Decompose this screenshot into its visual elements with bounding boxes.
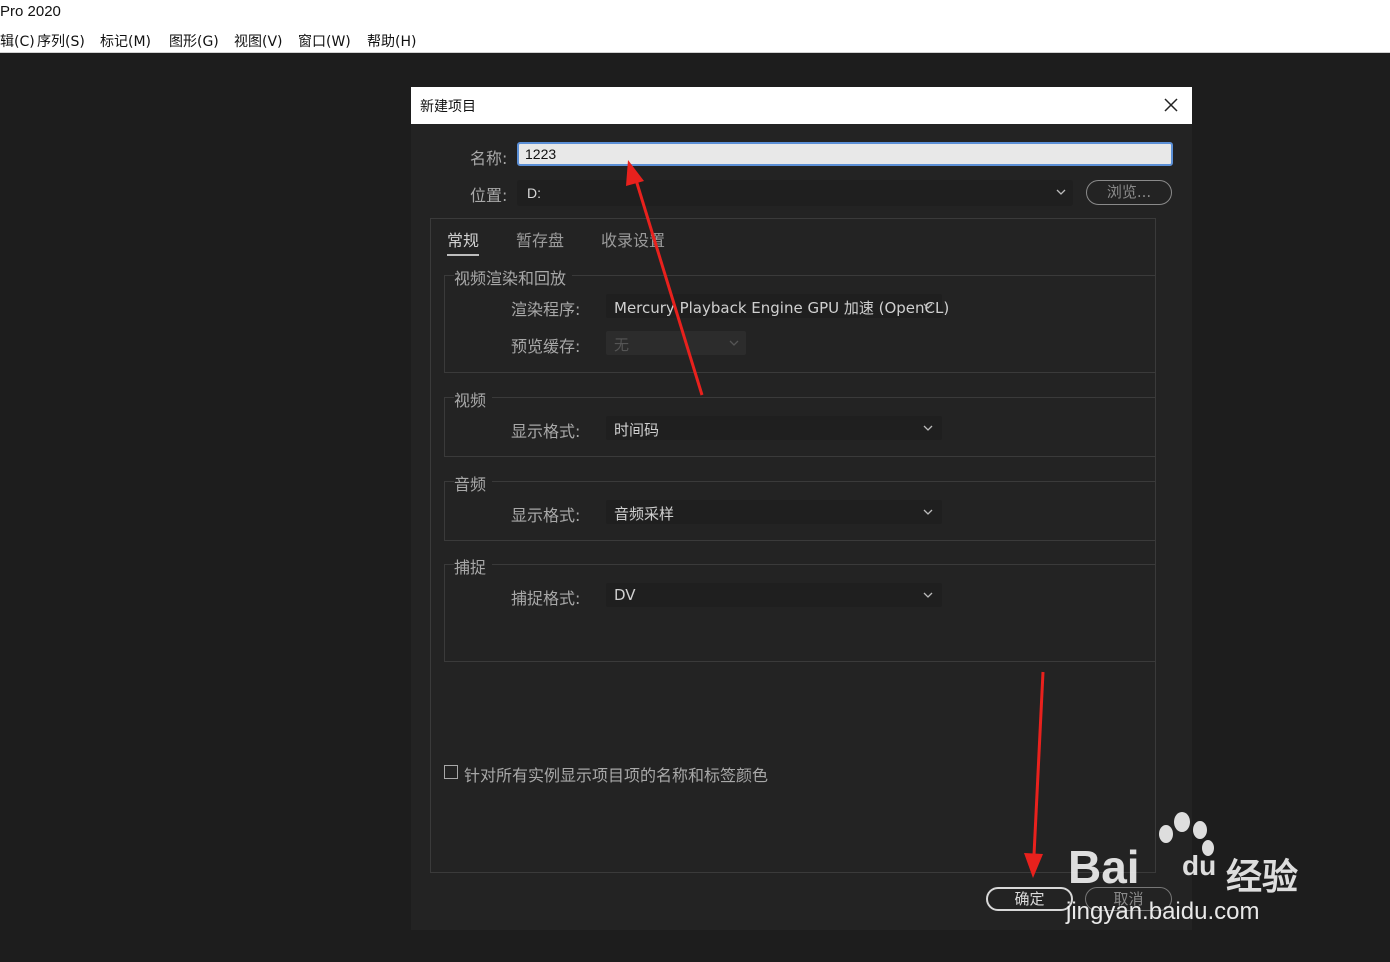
menu-markers[interactable]: 标记(M)	[100, 31, 151, 51]
project-name-value: 1223	[525, 146, 557, 162]
renderer-value: Mercury Playback Engine GPU 加速 (OpenCL)	[614, 299, 950, 317]
audio-group-title: 音频	[454, 471, 493, 495]
capture-format-dropdown[interactable]: DV	[606, 583, 942, 607]
menu-window[interactable]: 窗口(W)	[298, 31, 351, 51]
app-titlebar: Pro 2020	[0, 0, 1390, 26]
renderer-dropdown[interactable]: Mercury Playback Engine GPU 加速 (OpenCL)	[606, 294, 949, 318]
menu-edit[interactable]: 辑(C)	[0, 31, 35, 51]
video-group-title: 视频	[454, 387, 493, 411]
ok-button[interactable]: 确定	[986, 887, 1073, 911]
dialog-title: 新建项目	[420, 99, 476, 115]
capture-format-label: 捕捉格式:	[511, 589, 581, 608]
dialog-titlebar: 新建项目	[411, 87, 1192, 124]
show-label-colors-label: 针对所有实例显示项目项的名称和标签颜色	[464, 766, 769, 785]
video-group: 时间码 显示格式:	[444, 397, 1156, 457]
close-icon[interactable]	[1160, 94, 1182, 116]
preview-cache-dropdown: 无	[606, 331, 746, 355]
menu-view[interactable]: 视图(V)	[234, 31, 283, 51]
location-dropdown[interactable]: D:	[517, 180, 1073, 206]
menu-bar: 辑(C) 序列(S) 标记(M) 图形(G) 视图(V) 窗口(W) 帮助(H)	[0, 26, 1390, 53]
audio-display-format-dropdown[interactable]: 音频采样	[606, 500, 942, 524]
project-name-input[interactable]: 1223	[517, 142, 1173, 166]
name-label: 名称:	[470, 149, 508, 168]
menu-sequence[interactable]: 序列(S)	[37, 31, 85, 51]
renderer-label: 渲染程序:	[511, 300, 581, 319]
location-value: D:	[527, 185, 541, 201]
watermark-url: jingyan.baidu.com	[1066, 898, 1260, 925]
tab-scratch-disks[interactable]: 暂存盘	[516, 227, 564, 251]
watermark-brand-du: du	[1182, 850, 1217, 881]
show-label-colors-checkbox[interactable]	[444, 765, 458, 779]
tab-general[interactable]: 常规	[447, 227, 480, 256]
watermark-suffix: 经验	[1226, 857, 1299, 898]
new-project-dialog: 新建项目 名称: 1223 位置: D: 浏览... 常规 暂存盘 收录设置 M…	[411, 87, 1192, 930]
chevron-down-icon	[922, 589, 934, 604]
app-title: Pro 2020	[0, 3, 61, 20]
chevron-down-icon	[922, 300, 934, 315]
capture-group-title: 捕捉	[454, 554, 493, 578]
video-display-format-dropdown[interactable]: 时间码	[606, 416, 942, 440]
preview-cache-value: 无	[614, 336, 630, 354]
preview-cache-label: 预览缓存:	[511, 337, 581, 356]
audio-display-format-label: 显示格式:	[511, 506, 581, 525]
tab-ingest-settings[interactable]: 收录设置	[601, 227, 665, 251]
render-playback-group: Mercury Playback Engine GPU 加速 (OpenCL) …	[444, 275, 1156, 373]
capture-group: DV 捕捉格式:	[444, 564, 1156, 662]
watermark-brand: Bai	[1068, 841, 1140, 893]
menu-help[interactable]: 帮助(H)	[367, 31, 416, 51]
audio-group: 音频采样 显示格式:	[444, 481, 1156, 541]
browse-button[interactable]: 浏览...	[1086, 180, 1172, 205]
chevron-down-icon	[922, 506, 934, 521]
audio-display-format-value: 音频采样	[614, 505, 675, 523]
chevron-down-icon	[1055, 186, 1067, 201]
location-label: 位置:	[470, 186, 508, 205]
render-playback-group-title: 视频渲染和回放	[454, 265, 573, 289]
video-display-format-label: 显示格式:	[511, 422, 581, 441]
chevron-down-icon	[922, 422, 934, 437]
chevron-down-icon	[728, 337, 740, 352]
baidu-jingyan-watermark: Bai du 经验 jingyan.baidu.com	[1062, 806, 1322, 936]
settings-tab-panel: 常规 暂存盘 收录设置 Mercury Playback Engine GPU …	[430, 218, 1156, 873]
menu-graphics[interactable]: 图形(G)	[169, 31, 219, 51]
video-display-format-value: 时间码	[614, 421, 660, 439]
capture-format-value: DV	[614, 586, 636, 604]
